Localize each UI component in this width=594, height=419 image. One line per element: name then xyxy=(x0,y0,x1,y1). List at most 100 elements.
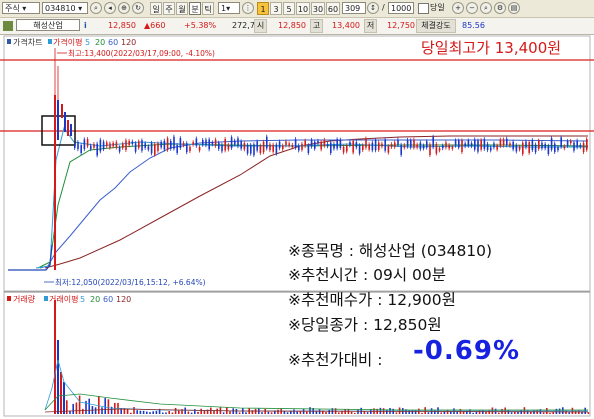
candle xyxy=(390,144,393,147)
volume-legend: 거래량 거래이평 5 20 60 120 xyxy=(7,294,131,304)
candle xyxy=(522,142,524,155)
volume-bar xyxy=(178,410,180,414)
current-price: 12,850 xyxy=(108,21,136,30)
volume-bar xyxy=(213,410,215,414)
candle xyxy=(70,124,72,136)
period-month-button[interactable]: 월 xyxy=(176,2,188,15)
candle xyxy=(483,139,486,149)
period-day-button[interactable]: 일 xyxy=(150,2,162,15)
candle xyxy=(307,145,310,153)
minute-5-button[interactable]: 5 xyxy=(283,2,295,15)
volume-bar xyxy=(130,412,132,414)
volume-bar xyxy=(165,412,167,414)
arrow-icon[interactable]: ◂ xyxy=(104,2,116,14)
volume-bar xyxy=(88,398,90,414)
search-icon[interactable]: ⌕ xyxy=(90,2,102,14)
stepper-icon[interactable]: ↕ xyxy=(367,2,379,14)
price-ma120: 120 xyxy=(121,38,136,47)
total-count-input[interactable]: 1000 xyxy=(388,2,414,14)
candle xyxy=(374,139,377,151)
volume-bar xyxy=(366,412,369,414)
candle xyxy=(528,142,530,153)
volume-bar xyxy=(146,411,148,414)
candle xyxy=(195,138,198,146)
candle xyxy=(122,143,124,148)
candle xyxy=(317,140,319,144)
candle xyxy=(362,145,364,151)
volume-bar xyxy=(238,412,241,414)
candle xyxy=(211,142,214,145)
candle xyxy=(202,140,204,145)
candle xyxy=(240,141,242,149)
candle xyxy=(387,146,390,153)
candle xyxy=(259,145,262,154)
candle xyxy=(112,142,114,147)
candle xyxy=(342,146,345,153)
market-select[interactable]: 주식 ▾ xyxy=(2,2,40,14)
candle xyxy=(96,143,98,156)
period-tick-button[interactable]: 틱 xyxy=(202,2,214,15)
info-icon[interactable]: i xyxy=(84,21,93,31)
candle xyxy=(147,146,150,150)
refresh-icon[interactable]: ↻ xyxy=(132,2,144,14)
candle xyxy=(422,145,425,149)
candle xyxy=(461,140,463,152)
same-day-label: 당일 xyxy=(430,3,445,12)
same-day-checkbox[interactable] xyxy=(418,3,429,14)
minute-60-button[interactable]: 60 xyxy=(326,2,340,15)
tool-icon[interactable]: ⊕ xyxy=(118,2,130,14)
period-count-select[interactable]: 1▾ xyxy=(218,2,240,14)
candle xyxy=(282,145,284,150)
stock-code-input[interactable]: 034810 ▾ xyxy=(42,2,88,14)
candle xyxy=(506,138,508,146)
candle xyxy=(346,145,348,152)
print-icon[interactable]: ▤ xyxy=(508,2,520,14)
candle xyxy=(400,144,402,155)
volume-bar xyxy=(350,411,353,414)
settings-icon[interactable]: ⚙ xyxy=(494,2,506,14)
volume-bar xyxy=(155,410,158,414)
candle xyxy=(413,139,415,148)
candle xyxy=(582,143,585,153)
stock-name-field[interactable]: 해성산업 xyxy=(16,19,80,31)
candle xyxy=(406,139,409,147)
minute-3-button[interactable]: 3 xyxy=(270,2,282,15)
period-count-value: 1 xyxy=(221,4,227,13)
period-week-button[interactable]: 주 xyxy=(163,2,175,15)
info-vs-recommend-label: ※추천가대비 : xyxy=(288,351,383,369)
candle xyxy=(221,144,223,152)
candle xyxy=(304,140,306,147)
volume-bar xyxy=(395,412,398,414)
candle xyxy=(291,144,294,148)
volume-bar xyxy=(510,412,513,414)
minute-10-button[interactable]: 10 xyxy=(296,2,310,15)
candle xyxy=(157,143,159,151)
volume-bar xyxy=(328,409,330,414)
volume-ma-title: 거래이평 xyxy=(49,294,78,304)
volume-bar xyxy=(338,412,340,414)
candle xyxy=(64,112,66,132)
candle xyxy=(208,139,210,150)
volume-bar xyxy=(318,409,321,414)
candle xyxy=(470,143,473,147)
market-select-value: 주식 xyxy=(5,4,20,13)
volume-ma20: 20 xyxy=(90,295,100,304)
candle xyxy=(275,144,278,154)
high-label: 고 xyxy=(310,19,323,33)
low-marker-label: 최저:12,050(2022/03/16,15:12, +6.64%) xyxy=(55,277,206,287)
zoom-in-icon[interactable]: + xyxy=(452,2,464,14)
candle xyxy=(154,144,156,155)
volume-bar xyxy=(126,408,129,414)
zoom-out-icon[interactable]: − xyxy=(466,2,478,14)
magnify-icon[interactable]: ⌕ xyxy=(480,2,492,14)
display-count-input[interactable]: 309 xyxy=(342,2,366,14)
period-minute-button[interactable]: 분 xyxy=(189,2,201,15)
minute-30-button[interactable]: 30 xyxy=(311,2,325,15)
menu-icon[interactable]: ⋮ xyxy=(242,2,254,14)
volume-ma60: 60 xyxy=(103,295,113,304)
candle xyxy=(467,140,470,146)
minute-1-button[interactable]: 1 xyxy=(257,2,269,15)
volume-bar xyxy=(283,411,286,414)
candle xyxy=(278,141,281,149)
candle xyxy=(438,148,441,151)
